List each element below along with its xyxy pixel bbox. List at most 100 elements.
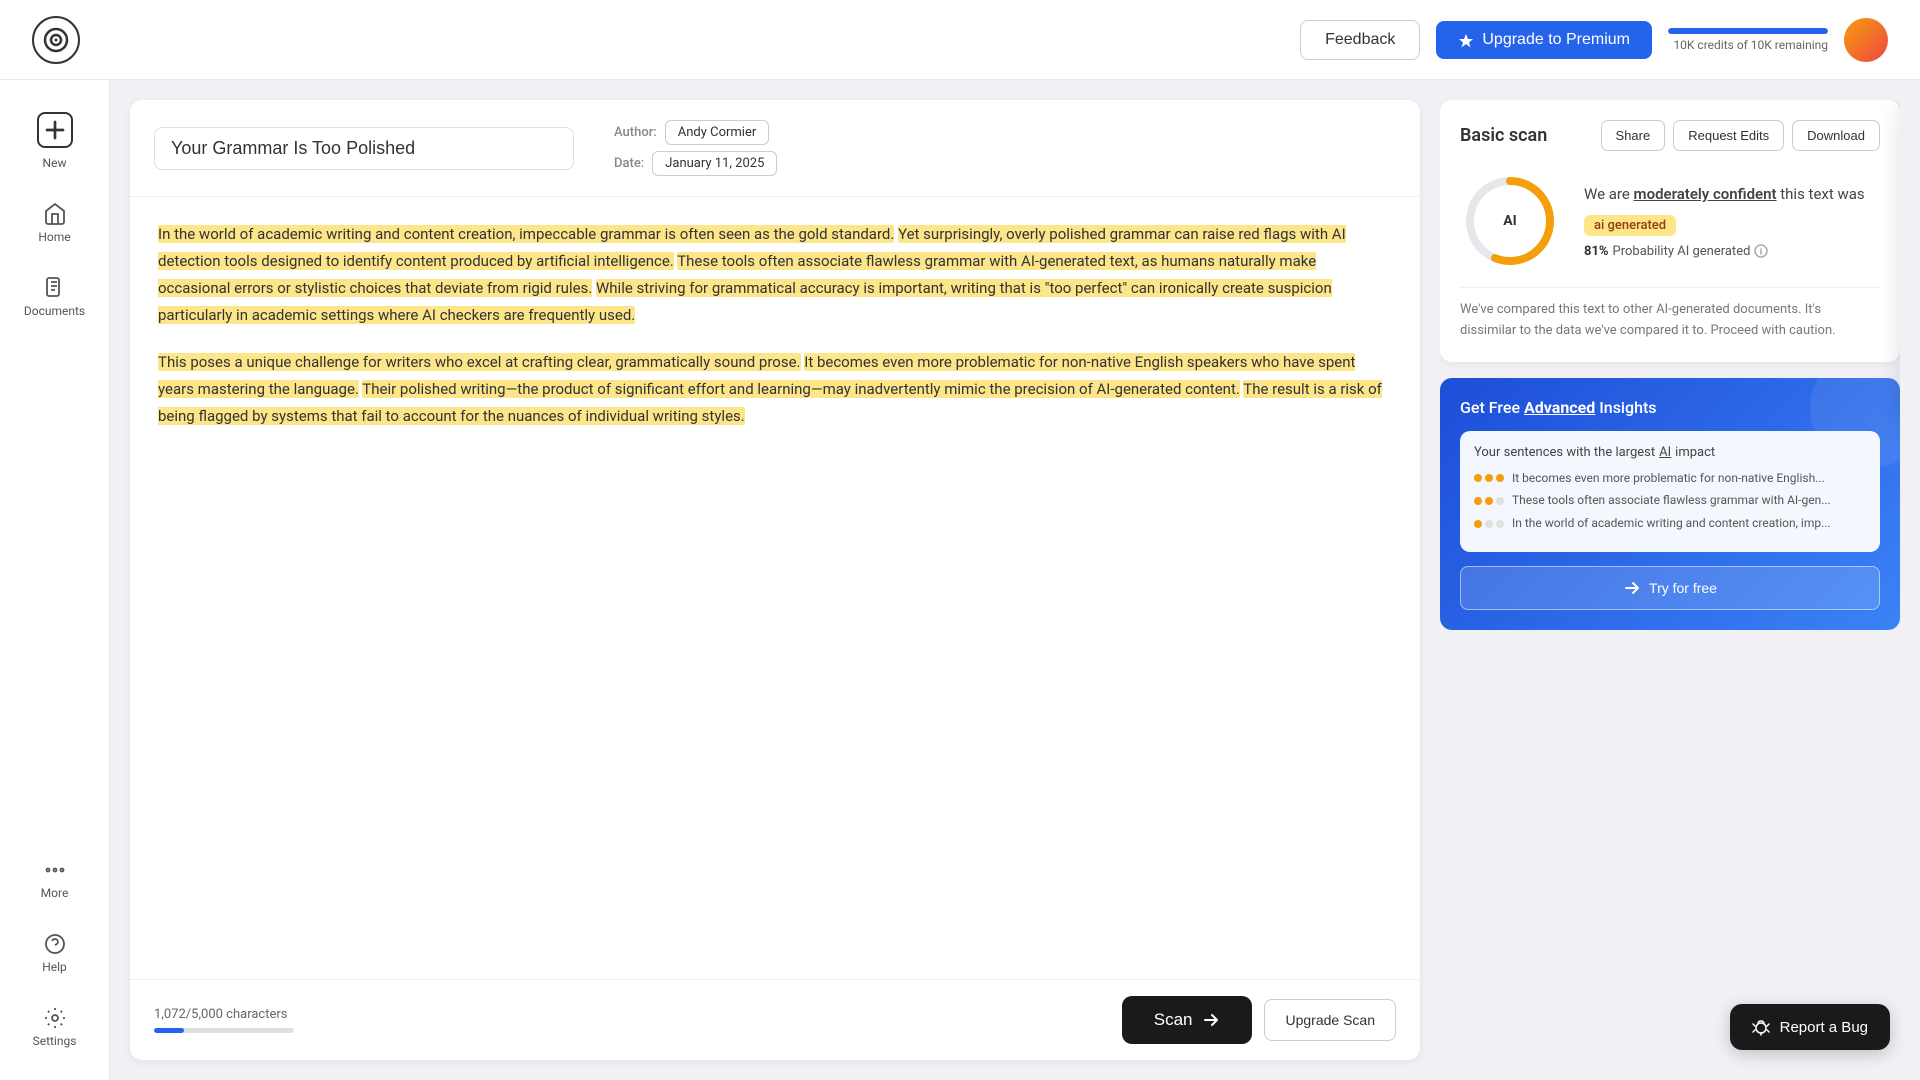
dot-1: [1496, 497, 1504, 505]
report-bug-button[interactable]: Report a Bug: [1730, 1004, 1890, 1050]
dot-row-1: [1474, 497, 1504, 505]
gauge-section: AI We are moderately confident this text…: [1460, 171, 1880, 271]
credits-wrap: 10K credits of 10K remaining: [1668, 28, 1828, 52]
scan-arrow-icon: [1202, 1011, 1220, 1029]
arrow-right-icon: [1623, 579, 1641, 597]
new-icon: [37, 112, 73, 148]
upgrade-button[interactable]: Upgrade to Premium: [1436, 21, 1652, 59]
doc-paragraph-1: In the world of academic writing and con…: [158, 221, 1392, 329]
more-icon: [43, 858, 67, 882]
doc-header: Author: Andy Cormier Date: January 11, 2…: [130, 100, 1420, 197]
info-icon[interactable]: [1754, 244, 1768, 258]
request-edits-button[interactable]: Request Edits: [1673, 120, 1784, 151]
scan-panel-title: Basic scan: [1460, 125, 1547, 146]
dot-1: [1485, 497, 1493, 505]
scan-panel-actions: Share Request Edits Download: [1601, 120, 1880, 151]
confidence-desc-2: this text was: [1777, 185, 1865, 203]
help-label: Help: [42, 960, 67, 974]
documents-label: Documents: [24, 304, 85, 318]
settings-icon: [43, 1006, 67, 1030]
scan-button[interactable]: Scan: [1122, 996, 1253, 1044]
insights-header-free: Get Free: [1460, 398, 1524, 417]
report-bug-label: Report a Bug: [1780, 1019, 1868, 1036]
sidebar-item-new[interactable]: New: [10, 100, 100, 182]
insights-row-text-2: In the world of academic writing and con…: [1512, 515, 1831, 532]
char-count-wrap: 1,072/5,000 characters: [154, 1007, 294, 1033]
date-row: Date: January 11, 2025: [614, 151, 777, 176]
dot-row-2: [1474, 520, 1504, 528]
confidence-strong: moderately confident: [1634, 185, 1777, 203]
date-label: Date:: [614, 156, 644, 171]
highlight-5: This poses a unique challenge for writer…: [158, 353, 801, 371]
sidebar-item-documents[interactable]: Documents: [10, 264, 100, 330]
try-free-button[interactable]: Try for free: [1460, 566, 1880, 610]
doc-paragraph-2: This poses a unique challenge for writer…: [158, 349, 1392, 430]
box-title-suffix: impact: [1675, 445, 1715, 460]
insights-rows: It becomes even more problematic for non…: [1474, 470, 1866, 532]
bug-icon: [1752, 1018, 1770, 1036]
ai-badge: ai generated: [1584, 215, 1676, 236]
char-progress-bar: [154, 1028, 294, 1033]
insights-header-advanced: Advanced: [1524, 398, 1595, 417]
dot-1: [1474, 497, 1482, 505]
download-button[interactable]: Download: [1792, 120, 1880, 151]
dot-0: [1474, 474, 1482, 482]
credits-text: 10K credits of 10K remaining: [1673, 38, 1828, 52]
sidebar-item-help[interactable]: Help: [10, 920, 100, 986]
insights-box-title: Your sentences with the largest AI impac…: [1474, 445, 1866, 460]
home-label: Home: [38, 230, 70, 244]
share-button[interactable]: Share: [1601, 120, 1666, 151]
dot-2: [1474, 520, 1482, 528]
user-avatar[interactable]: [1844, 18, 1888, 62]
sidebar-item-settings[interactable]: Settings: [10, 994, 100, 1060]
author-label: Author:: [614, 125, 657, 140]
box-title-ai: AI: [1659, 445, 1671, 460]
box-title-prefix: Your sentences with the largest: [1474, 445, 1655, 460]
dot-0: [1496, 474, 1504, 482]
sidebar: New Home Documents More Help Settings: [0, 80, 110, 1080]
feedback-button[interactable]: Feedback: [1300, 20, 1420, 60]
insights-header: Get Free Advanced Insights: [1460, 398, 1880, 417]
gauge-center-label: AI: [1503, 213, 1517, 229]
highlight-7: Their polished writing—the product of si…: [362, 380, 1240, 398]
help-icon: [43, 932, 67, 956]
scan-label: Scan: [1154, 1010, 1193, 1030]
upgrade-label: Upgrade to Premium: [1482, 31, 1630, 49]
probability-label: Probability AI generated: [1613, 244, 1751, 259]
upgrade-scan-button[interactable]: Upgrade Scan: [1264, 999, 1396, 1041]
credits-progress-fill: [1668, 28, 1828, 34]
scan-note: We've compared this text to other AI-gen…: [1460, 287, 1880, 342]
probability-text: 81% Probability AI generated: [1584, 244, 1880, 259]
sidebar-bottom: More Help Settings: [10, 846, 100, 1060]
settings-label: Settings: [33, 1034, 77, 1048]
insights-row-text-0: It becomes even more problematic for non…: [1512, 470, 1825, 487]
highlight-1: In the world of academic writing and con…: [158, 225, 894, 243]
gauge-wrap: AI: [1460, 171, 1560, 271]
home-icon: [43, 202, 67, 226]
document-panel: Author: Andy Cormier Date: January 11, 2…: [130, 100, 1420, 1060]
dot-0: [1485, 474, 1493, 482]
char-progress-fill: [154, 1028, 184, 1033]
author-row: Author: Andy Cormier: [614, 120, 777, 145]
gauge-desc: We are moderately confident this text wa…: [1584, 183, 1880, 206]
scan-panel-header: Basic scan Share Request Edits Download: [1460, 120, 1880, 151]
dot-2: [1496, 520, 1504, 528]
sidebar-item-home[interactable]: Home: [10, 190, 100, 256]
insights-panel: Get Free Advanced Insights Your sentence…: [1440, 378, 1900, 630]
gauge-info: We are moderately confident this text wa…: [1584, 183, 1880, 259]
insights-row-0: It becomes even more problematic for non…: [1474, 470, 1866, 487]
more-label: More: [41, 886, 69, 900]
insights-row-1: These tools often associate flawless gra…: [1474, 492, 1866, 509]
new-label: New: [43, 156, 67, 170]
char-count-text: 1,072/5,000 characters: [154, 1007, 294, 1022]
topbar: Feedback Upgrade to Premium 10K credits …: [0, 0, 1920, 80]
right-panel: Basic scan Share Request Edits Download: [1440, 100, 1900, 1060]
date-value: January 11, 2025: [652, 151, 777, 176]
topbar-right: Feedback Upgrade to Premium 10K credits …: [1300, 18, 1888, 62]
doc-title-input[interactable]: [154, 127, 574, 170]
sidebar-item-more[interactable]: More: [10, 846, 100, 912]
dot-row-0: [1474, 474, 1504, 482]
insights-row-text-1: These tools often associate flawless gra…: [1512, 492, 1831, 509]
dot-2: [1485, 520, 1493, 528]
app-logo[interactable]: [32, 16, 80, 64]
